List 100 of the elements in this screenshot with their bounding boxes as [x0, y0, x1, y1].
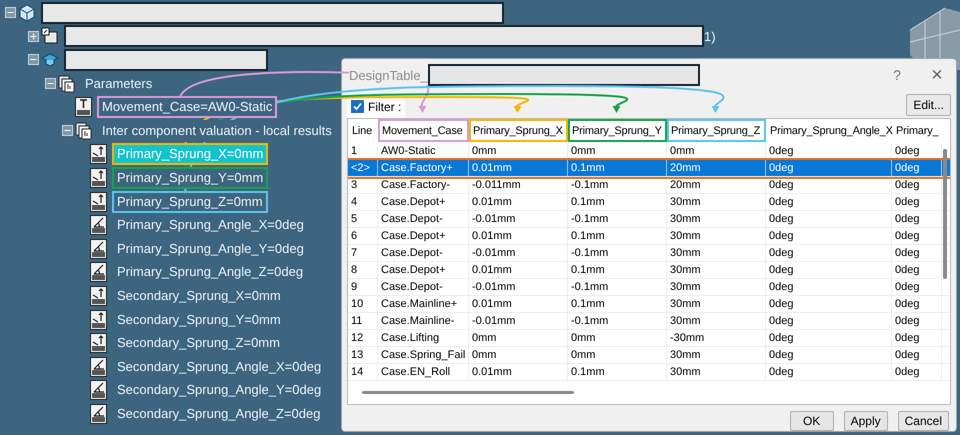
table-cell: 0mm	[568, 330, 667, 346]
collapse-icon[interactable]	[45, 78, 56, 90]
table-cell: 30mm	[667, 278, 766, 295]
table-cell: 0.1mm	[568, 364, 667, 380]
column-header[interactable]: Line	[348, 119, 378, 142]
parameter-icon	[90, 380, 107, 400]
parameter-icon	[90, 144, 107, 164]
parameter-icon	[90, 333, 107, 354]
table-row[interactable]: 12 Case.Lifting 0mm 0mm -30mm 0deg 0deg	[348, 330, 950, 347]
table-cell: 0.1mm	[568, 194, 667, 210]
table-cell: 30mm	[667, 346, 766, 363]
table-cell: 9	[348, 278, 378, 295]
table-cell: 20mm	[667, 176, 766, 193]
help-button[interactable]: ?	[885, 64, 909, 86]
table-cell: Case.Factory+	[378, 160, 469, 176]
table-cell: -0.011mm	[469, 176, 568, 193]
table-cell: 0deg	[892, 296, 942, 312]
column-header[interactable]: Primary_Sprung_Angle_X	[766, 119, 892, 142]
column-header[interactable]: Primary_Sprung_X	[469, 119, 568, 142]
table-cell: Case.Depot+	[378, 228, 469, 244]
table-cell: 0deg	[892, 278, 942, 295]
edit-button[interactable]: Edit...	[906, 94, 951, 116]
parameter-icon	[90, 262, 107, 282]
table-cell: 0mm	[469, 346, 568, 363]
table-cell: 0mm	[469, 330, 568, 346]
table-cell: 12	[348, 330, 378, 346]
table-cell: -0.1mm	[568, 278, 667, 295]
table-cell: 30mm	[667, 364, 766, 380]
parameter-icon	[90, 286, 107, 306]
table-cell: 20mm	[667, 160, 766, 176]
collapse-icon[interactable]	[28, 54, 39, 66]
table-row[interactable]: 4 Case.Depot+ 0.01mm 0.1mm 30mm 0deg 0deg	[348, 194, 950, 211]
cube-icon	[18, 4, 36, 22]
table-cell: -0.1mm	[568, 210, 667, 227]
table-cell: 0deg	[766, 244, 892, 261]
column-header[interactable]: Primary_	[892, 119, 942, 142]
table-cell: 8	[348, 262, 378, 278]
tree-item[interactable]: Primary_Sprung_Y=0mm	[112, 166, 268, 189]
parameter-icon	[90, 356, 107, 377]
table-cell: 0deg	[892, 194, 942, 210]
dialog-button[interactable]: Apply	[844, 411, 888, 431]
table-cell: Case.Spring_Fail	[378, 346, 469, 363]
table-cell: -0.1mm	[568, 312, 667, 329]
table-row[interactable]: 8 Case.Depot+ 0.01mm 0.1mm 30mm 0deg 0deg	[348, 262, 950, 279]
dialog-button[interactable]: OK	[790, 411, 834, 431]
table-row[interactable]: 3 Case.Factory- -0.011mm -0.1mm 20mm 0deg 0deg	[348, 176, 950, 194]
table-row[interactable]: 11 Case.Mainline- -0.01mm -0.1mm 30mm 0deg 0deg	[348, 312, 950, 330]
tree-item[interactable]: Movement_Case=AW0-Static	[97, 96, 278, 118]
component-icon	[41, 27, 59, 46]
table-cell: 0deg	[766, 176, 892, 193]
table-cell: 0deg	[892, 364, 942, 380]
table-cell: 0deg	[766, 278, 892, 295]
table-row[interactable]: 5 Case.Depot- -0.01mm -0.1mm 30mm 0deg 0deg	[348, 210, 950, 228]
table-cell: -30mm	[667, 330, 766, 346]
table-cell: 0deg	[766, 194, 892, 210]
table-cell: Case.Mainline-	[378, 312, 469, 329]
table-row[interactable]: 14 Case.EN_Roll 0.01mm 0.1mm 30mm 0deg 0deg	[348, 364, 950, 381]
table-row[interactable]: <2> Case.Factory+ 0.01mm 0.1mm 20mm 0deg 0deg	[348, 160, 950, 177]
table-cell: <2>	[348, 160, 378, 176]
table-cell: 0.01mm	[469, 364, 568, 380]
table-cell: 0deg	[892, 210, 942, 227]
tree-item[interactable]: Primary_Sprung_Z=0mm	[112, 190, 268, 213]
table-cell: -0.1mm	[568, 244, 667, 261]
close-button[interactable]: ×	[925, 65, 949, 86]
node-label-tail: 1)	[704, 28, 716, 46]
column-header[interactable]: Movement_Case	[378, 119, 469, 142]
collapse-icon[interactable]	[62, 125, 73, 136]
table-cell: 7	[348, 244, 378, 261]
parameter-icon	[90, 192, 107, 212]
parameter-set-icon	[75, 122, 92, 140]
collapse-icon[interactable]	[5, 7, 16, 18]
parameter-icon	[90, 168, 107, 188]
table-cell: Case.Depot+	[378, 262, 469, 278]
parameter-icon	[90, 238, 107, 259]
table-cell: 30mm	[667, 228, 766, 244]
table-cell: 0deg	[892, 330, 942, 346]
table-row[interactable]: 10 Case.Mainline+ 0.01mm 0.1mm 30mm 0deg 0deg	[348, 296, 950, 313]
checkmark-icon	[353, 102, 362, 112]
table-row[interactable]: 13 Case.Spring_Fail 0mm 0mm 30mm 0deg 0deg	[348, 346, 950, 364]
table-cell: 0.01mm	[469, 262, 568, 278]
table-cell: 0deg	[892, 160, 942, 176]
expand-icon[interactable]	[28, 30, 39, 42]
column-header[interactable]: Primary_Sprung_Z	[667, 119, 766, 142]
table-cell: 30mm	[667, 262, 766, 278]
table-cell: Case.Mainline+	[378, 296, 469, 312]
table-cell: -0.01mm	[469, 210, 568, 227]
table-cell: 10	[348, 296, 378, 312]
column-header[interactable]: Primary_Sprung_Y	[568, 119, 667, 142]
table-cell: 0deg	[892, 262, 942, 278]
table-cell: 0deg	[766, 210, 892, 227]
dialog-button[interactable]: Cancel	[898, 411, 949, 431]
table-cell: 0deg	[892, 312, 942, 329]
table-row[interactable]: 9 Case.Depot- -0.01mm -0.1mm 30mm 0deg 0deg	[348, 278, 950, 296]
table-cell: 14	[348, 364, 378, 380]
table-cell: 0.1mm	[568, 160, 667, 176]
table-row[interactable]: 7 Case.Depot- -0.01mm -0.1mm 30mm 0deg 0deg	[348, 244, 950, 262]
table-cell: 0.1mm	[568, 296, 667, 312]
parameter-set-icon	[58, 74, 75, 93]
table-cell: -0.01mm	[469, 278, 568, 295]
table-row[interactable]: 6 Case.Depot+ 0.01mm 0.1mm 30mm 0deg 0deg	[348, 228, 950, 245]
